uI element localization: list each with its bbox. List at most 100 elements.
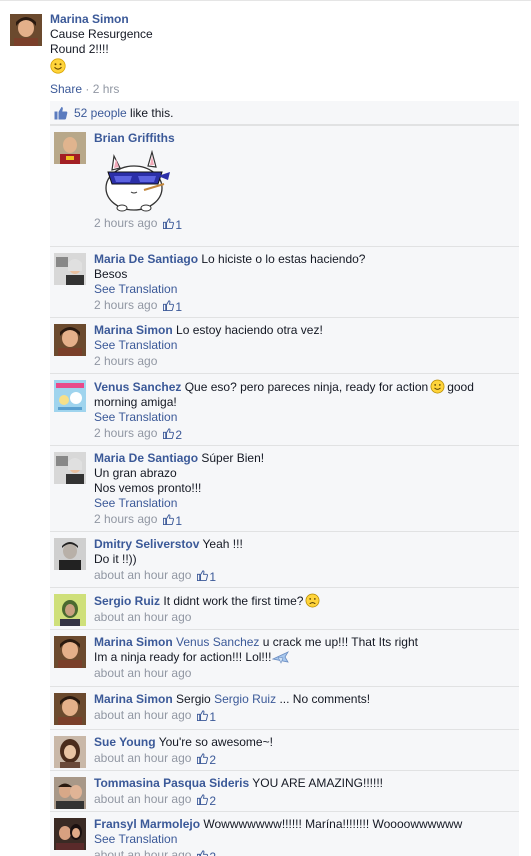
see-translation-link[interactable]: See Translation: [94, 282, 514, 297]
comment-meta: 2 hours ago: [94, 354, 514, 369]
comment-body: Maria De Santiago Lo hiciste o lo estas …: [94, 252, 514, 315]
comment-author[interactable]: Fransyl Marmolejo: [94, 817, 200, 831]
like-count: 1: [175, 218, 183, 232]
see-translation-link[interactable]: See Translation: [94, 338, 514, 353]
comment-time[interactable]: about an hour ago: [94, 848, 191, 856]
comment-body: Sergio Ruiz It didnt work the first time…: [94, 593, 514, 625]
comment-text-after: good: [447, 380, 474, 394]
comment: Brian Griffiths 2 hours ago 1: [50, 125, 519, 246]
comment-meta: about an hour ago 1: [94, 568, 514, 585]
avatar[interactable]: [54, 132, 86, 164]
comment-like-count[interactable]: 2: [163, 428, 182, 443]
like-count: 1: [209, 710, 217, 724]
likes-suffix: like this.: [126, 106, 174, 120]
comment-like-count[interactable]: 2: [197, 753, 216, 768]
like-thumb-icon: [197, 794, 209, 806]
like-thumb-icon: [197, 850, 209, 856]
comment-text: YOU ARE AMAZING!!!!!!: [252, 776, 383, 790]
comment-time[interactable]: 2 hours ago: [94, 354, 157, 368]
comment-time[interactable]: about an hour ago: [94, 568, 191, 582]
comment-author[interactable]: Brian Griffiths: [94, 131, 175, 145]
comment-time[interactable]: about an hour ago: [94, 751, 191, 765]
comment-body: Marina Simon Venus Sanchez u crack me up…: [94, 635, 514, 681]
comment-author[interactable]: Maria De Santiago: [94, 252, 198, 266]
comment-time[interactable]: about an hour ago: [94, 610, 191, 624]
comment-author[interactable]: Tommasina Pasqua Sideris: [94, 776, 249, 790]
comment-body: Maria De Santiago Súper Bien! Un gran ab…: [94, 451, 514, 529]
avatar[interactable]: [54, 594, 86, 626]
comment: Maria De Santiago Lo hiciste o lo estas …: [50, 246, 519, 317]
comment-like-count[interactable]: 1: [163, 300, 182, 315]
avatar[interactable]: [54, 736, 86, 768]
like-thumb-icon: [54, 107, 68, 120]
comment-author[interactable]: Sue Young: [94, 735, 156, 749]
comment-meta: about an hour ago: [94, 666, 514, 681]
post-meta: Share · 2 hrs: [50, 82, 520, 97]
comment-author[interactable]: Maria De Santiago: [94, 451, 198, 465]
comment-body: Brian Griffiths 2 hours ago 1: [94, 131, 514, 233]
comment-author[interactable]: Sergio Ruiz: [94, 594, 160, 608]
comment-time[interactable]: 2 hours ago: [94, 216, 157, 230]
comment-time[interactable]: about an hour ago: [94, 666, 191, 680]
comment: Marina Simon Venus Sanchez u crack me up…: [50, 629, 519, 686]
avatar[interactable]: [54, 538, 86, 570]
avatar[interactable]: [54, 636, 86, 668]
comment-text-line: Besos: [94, 267, 128, 281]
see-translation-link[interactable]: See Translation: [94, 496, 514, 511]
smile-emoji-icon: [50, 58, 66, 74]
comment-time[interactable]: about an hour ago: [94, 708, 191, 722]
comment-body: Fransyl Marmolejo Wowwwwwww!!!!!! Marína…: [94, 817, 514, 856]
comment-like-count[interactable]: 1: [163, 218, 182, 233]
comment-author[interactable]: Marina Simon: [94, 692, 173, 706]
share-link[interactable]: Share: [50, 82, 82, 96]
like-count: 2: [209, 794, 217, 808]
comment-body: Dmitry Seliverstov Yeah !!! Do it !!)) a…: [94, 537, 514, 585]
comment-like-count[interactable]: 2: [197, 794, 216, 809]
avatar[interactable]: [10, 14, 42, 46]
post-author[interactable]: Marina Simon: [50, 12, 520, 27]
comment-body: Marina Simon Lo estoy haciendo otra vez!…: [94, 323, 514, 369]
comment: Sue Young You're so awesome~! about an h…: [50, 729, 519, 770]
comment-body: Marina Simon Sergio Sergio Ruiz ... No c…: [94, 692, 514, 725]
see-translation-link[interactable]: See Translation: [94, 832, 514, 847]
avatar[interactable]: [54, 693, 86, 725]
comment-time[interactable]: 2 hours ago: [94, 426, 157, 440]
avatar[interactable]: [54, 818, 86, 850]
comment-meta: about an hour ago 1: [94, 708, 514, 725]
comment-like-count[interactable]: 1: [163, 514, 182, 529]
mention-link[interactable]: Venus Sanchez: [176, 635, 259, 649]
see-translation-link[interactable]: See Translation: [94, 410, 514, 425]
comment-time[interactable]: 2 hours ago: [94, 298, 157, 312]
post-time[interactable]: 2 hrs: [93, 82, 120, 96]
comment-like-count[interactable]: 1: [197, 570, 216, 585]
avatar[interactable]: [54, 452, 86, 484]
comment-text-line: morning amiga!: [94, 395, 177, 409]
avatar[interactable]: [54, 777, 86, 809]
comment: Venus Sanchez Que eso? pero pareces ninj…: [50, 373, 519, 445]
like-thumb-icon: [163, 300, 175, 312]
comment: Tommasina Pasqua Sideris YOU ARE AMAZING…: [50, 770, 519, 811]
comment: Fransyl Marmolejo Wowwwwwww!!!!!! Marína…: [50, 811, 519, 856]
avatar[interactable]: [54, 324, 86, 356]
avatar[interactable]: [54, 380, 86, 412]
comment-time[interactable]: about an hour ago: [94, 792, 191, 806]
like-thumb-icon: [163, 218, 175, 230]
comment-author[interactable]: Venus Sanchez: [94, 380, 181, 394]
post-text-line: Round 2!!!!: [50, 42, 109, 56]
likes-count-link[interactable]: 52 people: [74, 106, 127, 120]
comment-author[interactable]: Marina Simon: [94, 635, 173, 649]
post-body: Marina Simon Cause Resurgence Round 2!!!…: [50, 12, 520, 97]
like-count: 2: [209, 850, 216, 856]
comment-body: Tommasina Pasqua Sideris YOU ARE AMAZING…: [94, 776, 514, 809]
like-thumb-icon: [197, 753, 209, 765]
comment-meta: about an hour ago: [94, 610, 514, 625]
comment-like-count[interactable]: 1: [197, 710, 216, 725]
comment-text: ... No comments!: [279, 692, 371, 706]
comment: Maria De Santiago Súper Bien! Un gran ab…: [50, 445, 519, 531]
avatar[interactable]: [54, 253, 86, 285]
comment-like-count[interactable]: 2: [197, 850, 216, 856]
comment-time[interactable]: 2 hours ago: [94, 512, 157, 526]
comment-author[interactable]: Dmitry Seliverstov: [94, 537, 199, 551]
comment-author[interactable]: Marina Simon: [94, 323, 173, 337]
mention-link[interactable]: Sergio Ruiz: [214, 692, 276, 706]
